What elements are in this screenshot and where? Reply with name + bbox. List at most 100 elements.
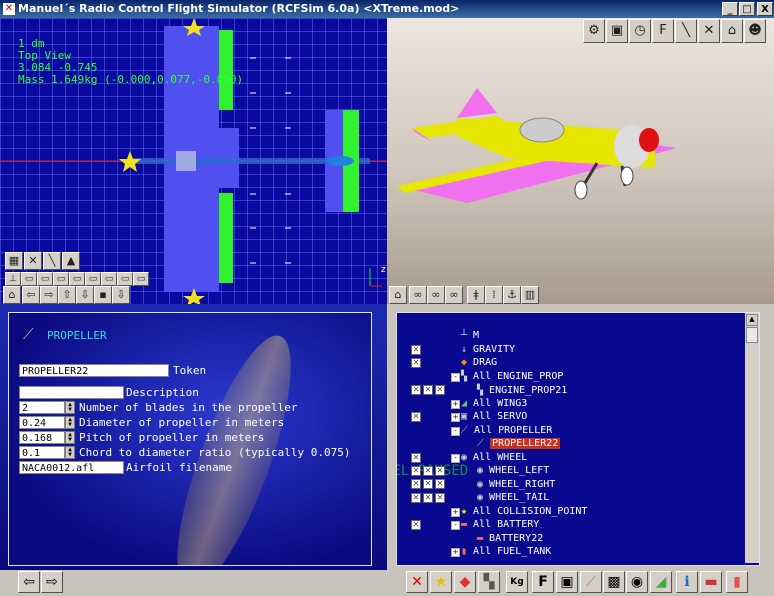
servo-tool-icon[interactable]: ▣ xyxy=(556,571,578,593)
select-checkbox-wheel-tail[interactable]: ✕ xyxy=(423,493,433,503)
cross-tool-icon[interactable]: ✕ xyxy=(698,19,720,43)
chord-field[interactable]: 0.1 xyxy=(19,445,65,459)
propeller-tool-icon[interactable]: ⟋ xyxy=(580,571,602,593)
mass-kg-button[interactable]: Kg xyxy=(506,571,528,593)
settings-icon[interactable]: ⚙ xyxy=(583,19,605,43)
star-icon[interactable]: ★ xyxy=(430,571,452,593)
window-icon[interactable]: ▣ xyxy=(606,19,628,43)
tree-item-all-propeller[interactable]: ⟋ All PROPELLER xyxy=(461,424,552,437)
description-field[interactable] xyxy=(19,385,124,399)
visible-checkbox-wheel-right[interactable]: ✕ xyxy=(411,479,421,489)
tree-item-gravity[interactable]: ↓ GRAVITY xyxy=(461,343,515,356)
maximize-button[interactable]: □ xyxy=(739,2,755,16)
scroll-up-button[interactable]: ▲ xyxy=(746,314,758,326)
binoculars-zoom-icon[interactable]: ∞ xyxy=(427,286,445,304)
info-button[interactable]: i xyxy=(676,571,698,593)
select-checkbox-wheel-left[interactable]: ✕ xyxy=(423,466,433,476)
tree-scrollbar[interactable]: ▲ xyxy=(745,313,759,563)
grid-icon[interactable]: ▦ xyxy=(5,252,23,270)
pan-right-icon[interactable]: ⇨ xyxy=(40,286,58,304)
diameter-spinner[interactable]: ▲ ▼ xyxy=(65,415,75,429)
right-view-icon[interactable]: ▭ xyxy=(85,272,101,286)
tree-item-wheel-right[interactable]: ◉ WHEEL_RIGHT xyxy=(477,478,555,491)
chord-spinner[interactable]: ▲ ▼ xyxy=(65,445,75,459)
tree-item-battery22[interactable]: ▬ BATTERY22 xyxy=(477,532,543,545)
close-button[interactable]: X xyxy=(757,2,773,16)
plane-view-icon[interactable]: ⊥ xyxy=(5,272,21,286)
structure-icon[interactable]: ▥ xyxy=(521,286,539,304)
checker-icon[interactable]: ▩ xyxy=(603,571,625,593)
force-button[interactable]: F xyxy=(532,571,554,593)
drag-tool-icon[interactable]: ◆ xyxy=(454,571,476,593)
left-view-icon[interactable]: ▭ xyxy=(69,272,85,286)
blades-spinner[interactable]: ▲ ▼ xyxy=(65,400,75,414)
tree-item-wheel-left[interactable]: ◉ WHEEL_LEFT xyxy=(477,464,549,477)
tree-item-all-wheel[interactable]: ◉ All WHEEL xyxy=(461,451,527,464)
delete-icon[interactable]: ✕ xyxy=(406,571,428,593)
3d-view-panel[interactable]: ⚙ ▣ ◷ F ╲ ✕ ⌂ ☻ ⌂ ∞ ∞ ∞ ǂ ⁞ ⚓ ▥ xyxy=(387,18,774,304)
back-arrow-icon[interactable]: ⇦ xyxy=(18,571,40,593)
rear-view-icon[interactable]: ▭ xyxy=(53,272,69,286)
pan-up-icon[interactable]: ⇧ xyxy=(58,286,76,304)
pilot-icon[interactable]: ǂ xyxy=(467,286,485,304)
clock-icon[interactable]: ◷ xyxy=(629,19,651,43)
visible-checkbox-wheel-left[interactable]: ✕ xyxy=(411,466,421,476)
side-view-icon[interactable]: ▭ xyxy=(37,272,53,286)
tree-item-all-engine-prop[interactable]: ▚ All ENGINE_PROP xyxy=(461,370,563,383)
diameter-field[interactable]: 0.24 xyxy=(19,415,65,429)
component-tree[interactable]: ▲ MODEL PAUSED ✕ ✕ ✕ ✕ ✕ ✕ ✕ ✕ ✕ ✕ ✕ ✕ ✕… xyxy=(396,312,760,566)
front-view-icon[interactable]: ▭ xyxy=(21,272,37,286)
expand-collision-point[interactable]: + xyxy=(451,508,460,517)
visible-checkbox-wheel[interactable]: ✕ xyxy=(411,453,421,463)
tree-item-all-collision-point[interactable]: ★ All COLLISION_POINT xyxy=(461,505,587,518)
top-view-panel[interactable]: 1 dm Top View 3.084 -0.745 Mass 1.649kg … xyxy=(0,18,387,304)
footprints-icon[interactable]: ⁞ xyxy=(485,286,503,304)
anchor-icon[interactable]: ⚓ xyxy=(503,286,521,304)
expand-wing3[interactable]: + xyxy=(451,400,460,409)
lock-checkbox-engine-prop21[interactable]: ✕ xyxy=(435,385,445,395)
tree-item-propeller22[interactable]: ⟋ PROPELLER22 xyxy=(477,437,561,450)
zoom-out-icon[interactable]: ⇩ xyxy=(112,286,130,304)
tree-item-all-wing3[interactable]: ◢ All WING3 xyxy=(461,397,527,410)
turtle-icon[interactable]: ☻ xyxy=(744,19,766,43)
bottom-view-icon[interactable]: ▭ xyxy=(101,272,117,286)
blades-field[interactable]: 2 xyxy=(19,400,65,414)
pan-left-icon[interactable]: ⇦ xyxy=(22,286,40,304)
visible-checkbox-drag[interactable]: ✕ xyxy=(411,358,421,368)
weight-icon[interactable]: ▲ xyxy=(62,252,80,270)
forward-arrow-icon[interactable]: ⇨ xyxy=(41,571,63,593)
fuel-tank-tool-icon[interactable]: ▮ xyxy=(726,571,748,593)
wing-tool-icon[interactable]: ◢ xyxy=(650,571,672,593)
visible-checkbox-battery[interactable]: ✕ xyxy=(411,520,421,530)
pitch-spinner[interactable]: ▲ ▼ xyxy=(65,430,75,444)
lock-checkbox-wheel-left[interactable]: ✕ xyxy=(435,466,445,476)
pan-down-icon[interactable]: ⇩ xyxy=(76,286,94,304)
lock-checkbox-wheel-tail[interactable]: ✕ xyxy=(435,493,445,503)
expand-battery[interactable]: - xyxy=(451,521,460,530)
tree-item-all-battery[interactable]: ▬ All BATTERY xyxy=(461,518,539,531)
home-view-icon[interactable]: ⌂ xyxy=(3,286,21,304)
zoom-icon[interactable]: ▪ xyxy=(94,286,112,304)
tree-item-m[interactable]: ┴ M xyxy=(461,329,479,342)
expand-servo[interactable]: + xyxy=(451,413,460,422)
tree-item-all-servo[interactable]: ▣ All SERVO xyxy=(461,410,527,423)
select-checkbox-engine-prop21[interactable]: ✕ xyxy=(423,385,433,395)
iso-view-icon[interactable]: ▭ xyxy=(133,272,149,286)
tree-item-wheel-tail[interactable]: ◉ WHEEL_TAIL xyxy=(477,491,549,504)
binoculars-far-icon[interactable]: ∞ xyxy=(445,286,463,304)
top-view-icon[interactable]: ▭ xyxy=(117,272,133,286)
home-3d-icon[interactable]: ⌂ xyxy=(389,286,407,304)
binoculars-icon[interactable]: ∞ xyxy=(409,286,427,304)
visible-checkbox-engine-prop21[interactable]: ✕ xyxy=(411,385,421,395)
visible-checkbox-wheel-tail[interactable]: ✕ xyxy=(411,493,421,503)
line-tool-3d-icon[interactable]: ╲ xyxy=(675,19,697,43)
scroll-thumb[interactable] xyxy=(746,327,758,343)
pitch-field[interactable]: 0.168 xyxy=(19,430,65,444)
battery-tool-icon[interactable]: ▬ xyxy=(700,571,722,593)
expand-fuel-tank[interactable]: + xyxy=(451,548,460,557)
wheel-tool-icon[interactable]: ◉ xyxy=(626,571,648,593)
expand-wheel[interactable]: - xyxy=(451,454,460,463)
select-checkbox-wheel-right[interactable]: ✕ xyxy=(423,479,433,489)
tree-item-all-fuel-tank[interactable]: ▮ All FUEL_TANK xyxy=(461,545,551,558)
airfoil-field[interactable]: NACA0012.afl xyxy=(19,460,124,474)
